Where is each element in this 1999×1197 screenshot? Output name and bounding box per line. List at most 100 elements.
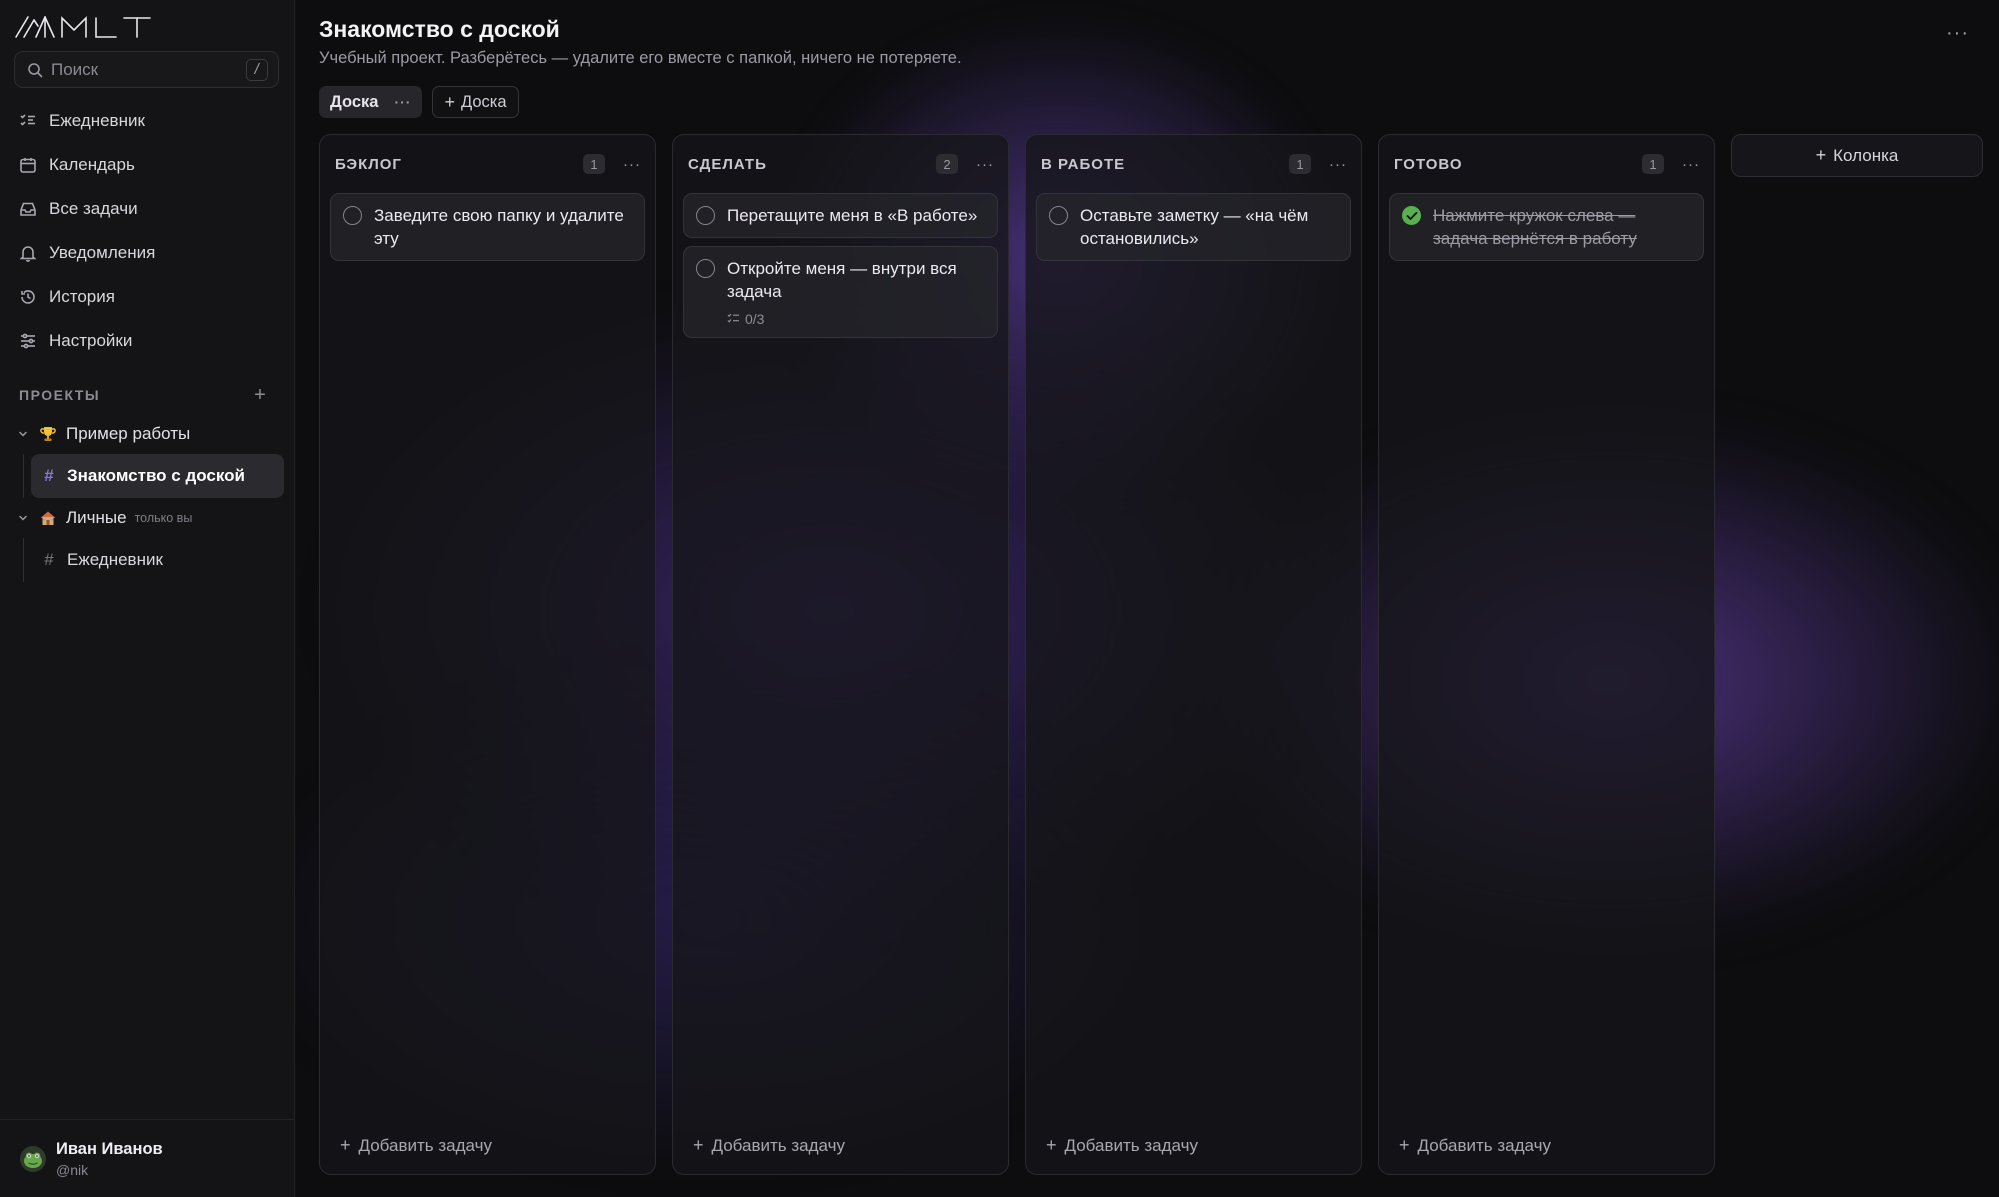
history-icon bbox=[19, 288, 37, 306]
page-title: Знакомство с доской bbox=[319, 16, 560, 42]
user-handle: @nik bbox=[56, 1161, 89, 1178]
project-tree: Пример работы # Знакомство с доской Личн… bbox=[14, 414, 284, 582]
add-task-label: Добавить задачу bbox=[358, 1135, 492, 1155]
subtask-progress: 0/3 bbox=[727, 311, 985, 327]
task-checkbox-checked[interactable] bbox=[1402, 206, 1421, 225]
column-done: ГОТОВО 1 ··· Нажмите кружок слева — зада… bbox=[1378, 134, 1715, 1175]
add-board-label: Доска bbox=[460, 92, 507, 111]
nav-item-label: Уведомления bbox=[49, 243, 156, 262]
add-task-label: Добавить задачу bbox=[1417, 1135, 1551, 1155]
add-column-label: Колонка bbox=[1833, 145, 1899, 165]
nav-item-daily[interactable]: Ежедневник bbox=[10, 99, 285, 143]
task-title: Перетащите меня в «В работе» bbox=[727, 206, 978, 225]
avatar bbox=[20, 1145, 46, 1172]
add-column-button[interactable]: + Колонка bbox=[1731, 134, 1983, 177]
board-link-intro[interactable]: # Знакомство с доской bbox=[31, 454, 284, 498]
column-title: ГОТОВО bbox=[1394, 155, 1463, 173]
search-input[interactable]: Поиск bbox=[51, 60, 246, 80]
page-more-button[interactable]: ··· bbox=[1946, 22, 1969, 45]
add-board-button[interactable]: + Доска bbox=[432, 86, 519, 118]
task-card[interactable]: Откройте меня — внутри вся задача 0/3 bbox=[683, 246, 998, 338]
task-card[interactable]: Заведите свою папку и удалите эту bbox=[330, 193, 645, 261]
visibility-tag: только вы bbox=[134, 511, 193, 525]
task-checkbox[interactable] bbox=[696, 259, 715, 278]
tree-guide-line bbox=[23, 454, 24, 498]
column-title: БЭКЛОГ bbox=[335, 155, 402, 173]
task-title: Оставьте заметку — «на чём остановились» bbox=[1080, 206, 1309, 248]
check-icon bbox=[1406, 211, 1417, 220]
board-link-label: Ежедневник bbox=[67, 550, 163, 569]
search-icon bbox=[27, 62, 43, 78]
task-checkbox[interactable] bbox=[1049, 206, 1068, 225]
app-logo[interactable] bbox=[14, 14, 164, 40]
task-title: Заведите свою папку и удалите эту bbox=[374, 206, 624, 248]
board-link-daily[interactable]: # Ежедневник bbox=[31, 538, 284, 582]
column-in-progress: В РАБОТЕ 1 ··· Оставьте заметку — «на чё… bbox=[1025, 134, 1362, 1175]
house-icon bbox=[38, 508, 58, 528]
add-task-label: Добавить задачу bbox=[1064, 1135, 1198, 1155]
plus-icon: + bbox=[340, 1135, 351, 1155]
add-task-button[interactable]: + Добавить задачу bbox=[340, 1135, 492, 1156]
chevron-down-icon[interactable] bbox=[14, 513, 32, 523]
task-title: Нажмите кружок слева — задача вернётся в… bbox=[1433, 206, 1637, 248]
nav-item-history[interactable]: История bbox=[10, 275, 285, 319]
tab-board[interactable]: Доска ··· bbox=[319, 86, 423, 118]
add-task-button[interactable]: + Добавить задачу bbox=[1399, 1135, 1551, 1156]
column-more-button[interactable]: ··· bbox=[1682, 156, 1700, 173]
nav-item-label: Все задачи bbox=[49, 199, 138, 218]
user-name: Иван Иванов bbox=[56, 1139, 163, 1158]
tree-guide-line bbox=[23, 538, 24, 582]
nav-item-calendar[interactable]: Календарь bbox=[10, 143, 285, 187]
plus-icon: + bbox=[693, 1135, 704, 1155]
nav-item-label: Календарь bbox=[49, 155, 135, 174]
column-more-button[interactable]: ··· bbox=[623, 156, 641, 173]
task-card[interactable]: Перетащите меня в «В работе» bbox=[683, 193, 998, 238]
task-card[interactable]: Нажмите кружок слева — задача вернётся в… bbox=[1389, 193, 1704, 261]
add-task-button[interactable]: + Добавить задачу bbox=[1046, 1135, 1198, 1156]
search-bar[interactable]: Поиск / bbox=[14, 51, 279, 88]
project-group-personal[interactable]: Личные только вы bbox=[14, 498, 284, 538]
nav-item-all-tasks[interactable]: Все задачи bbox=[10, 187, 285, 231]
board-link-label: Знакомство с доской bbox=[67, 466, 245, 485]
task-card[interactable]: Оставьте заметку — «на чём остановились» bbox=[1036, 193, 1351, 261]
column-count-badge: 1 bbox=[583, 154, 605, 174]
sliders-icon bbox=[19, 332, 37, 350]
page-subtitle: Учебный проект. Разберётесь — удалите ег… bbox=[319, 49, 962, 67]
task-checkbox[interactable] bbox=[343, 206, 362, 225]
task-checkbox[interactable] bbox=[696, 206, 715, 225]
calendar-icon bbox=[19, 156, 37, 174]
column-count-badge: 2 bbox=[936, 154, 958, 174]
user-profile[interactable]: Иван Иванов @nik bbox=[0, 1119, 295, 1197]
column-count-badge: 1 bbox=[1642, 154, 1664, 174]
subtask-count: 0/3 bbox=[745, 311, 765, 327]
column-count-badge: 1 bbox=[1289, 154, 1311, 174]
add-project-button[interactable]: + bbox=[251, 385, 269, 405]
trophy-icon bbox=[38, 424, 58, 444]
nav-item-settings[interactable]: Настройки bbox=[10, 319, 285, 363]
sidebar: Поиск / Ежедневник Календарь Все задачи bbox=[0, 0, 295, 1197]
nav-item-label: История bbox=[49, 287, 115, 306]
project-group-example[interactable]: Пример работы bbox=[14, 414, 284, 454]
column-title: В РАБОТЕ bbox=[1041, 155, 1126, 173]
board-tabs: Доска ··· + Доска bbox=[319, 86, 519, 118]
project-group-name: Личные bbox=[66, 508, 127, 527]
column-todo: СДЕЛАТЬ 2 ··· Перетащите меня в «В работ… bbox=[672, 134, 1009, 1175]
nav-item-notifications[interactable]: Уведомления bbox=[10, 231, 285, 275]
tab-label: Доска bbox=[330, 92, 379, 111]
add-task-button[interactable]: + Добавить задачу bbox=[693, 1135, 845, 1156]
plus-icon: + bbox=[1046, 1135, 1057, 1155]
plus-icon: + bbox=[1399, 1135, 1410, 1155]
nav-item-label: Настройки bbox=[49, 331, 133, 350]
tab-more-button[interactable]: ··· bbox=[394, 94, 411, 110]
kanban-board: БЭКЛОГ 1 ··· Заведите свою папку и удали… bbox=[319, 134, 1983, 1175]
bell-icon bbox=[19, 244, 37, 262]
column-more-button[interactable]: ··· bbox=[1329, 156, 1347, 173]
projects-header: ПРОЕКТЫ + bbox=[19, 385, 269, 405]
checklist-icon bbox=[727, 311, 740, 327]
main-nav: Ежедневник Календарь Все задачи Уведомле… bbox=[10, 99, 285, 363]
search-shortcut-key: / bbox=[246, 58, 268, 81]
main-content: Знакомство с доской Учебный проект. Разб… bbox=[296, 0, 1999, 1197]
chevron-down-icon[interactable] bbox=[14, 429, 32, 439]
column-more-button[interactable]: ··· bbox=[976, 156, 994, 173]
task-title: Откройте меня — внутри вся задача bbox=[727, 259, 957, 301]
